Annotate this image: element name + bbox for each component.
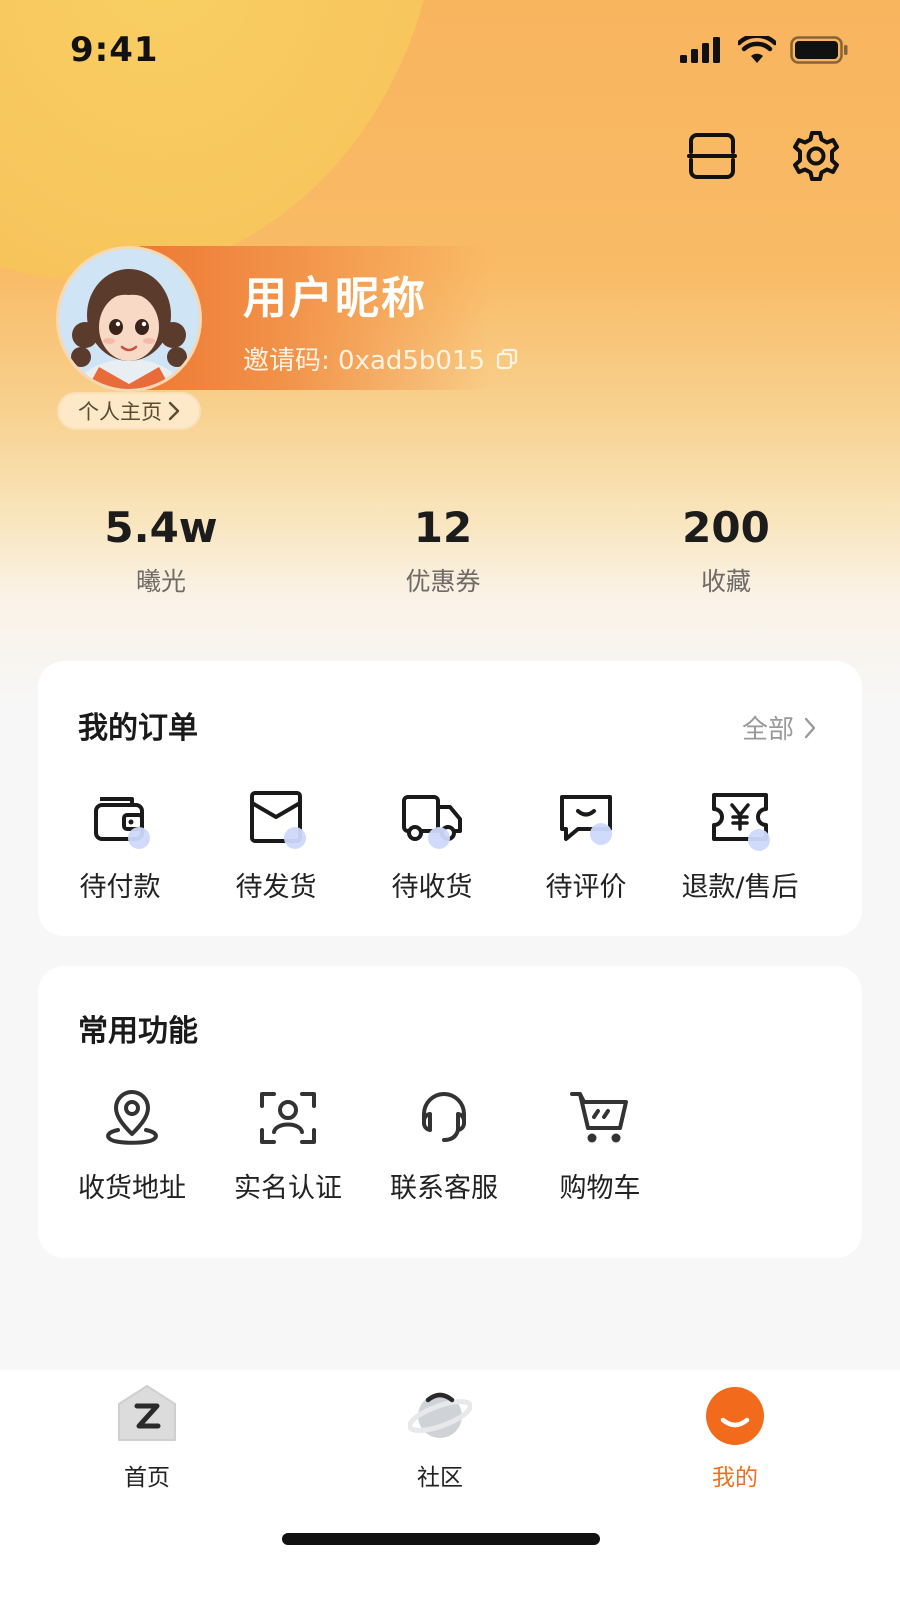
stat-favorites[interactable]: 200 收藏 [626,500,826,598]
icon-accent-dot [590,823,612,845]
orders-card: 我的订单 全部 待付款 待发货 待收货 待评价 退款/售后 [38,661,862,936]
function-customer-service[interactable]: 联系客服 [364,1086,524,1205]
order-pending-payment[interactable]: 待付款 [40,785,200,904]
top-actions [686,130,842,182]
tab-label: 首页 [124,1465,170,1491]
smile-icon [703,1382,767,1446]
function-item-label: 联系客服 [390,1173,498,1204]
invite-code-text: 邀请码: 0xad5b015 [243,346,486,376]
package-icon [244,785,308,849]
order-pending-review[interactable]: 待评价 [506,785,666,904]
order-item-label: 待收货 [391,872,473,903]
see-all-label: 全部 [741,715,794,745]
stat-glow[interactable]: 5.4w 曦光 [61,500,261,598]
icon-accent-dot [128,827,150,849]
order-pending-shipment[interactable]: 待发货 [196,785,356,904]
order-refund-aftersale[interactable]: 退款/售后 [660,785,820,904]
stat-label: 收藏 [700,567,751,596]
order-item-label: 待付款 [79,872,161,903]
function-item-label: 收货地址 [78,1173,186,1204]
face-scan-icon [256,1086,320,1150]
order-item-label: 待评价 [545,872,627,903]
icon-accent-dot [428,827,450,849]
comment-icon [554,785,618,849]
function-real-name-verification[interactable]: 实名认证 [208,1086,368,1205]
profile-home-label: 个人主页 [78,400,162,424]
function-shopping-cart[interactable]: 购物车 [520,1086,680,1205]
status-bar: 9:41 [0,0,900,100]
function-item-label: 购物车 [559,1173,641,1204]
stat-label: 优惠券 [405,567,481,596]
avatar-illustration [59,249,199,389]
truck-icon [400,785,464,849]
profile-home-link[interactable]: 个人主页 [57,392,201,430]
home-indicator [282,1533,600,1545]
wallet-icon [88,785,152,849]
orders-title: 我的订单 [78,711,198,746]
gear-icon [793,131,839,181]
icon-accent-dot [284,827,306,849]
chevron-right-icon [168,401,180,421]
shopping-cart-icon [568,1086,632,1150]
chevron-right-icon [804,717,816,738]
order-item-label: 待发货 [235,872,317,903]
wifi-icon [738,36,776,63]
functions-title: 常用功能 [78,1014,198,1049]
home-icon [115,1382,179,1446]
tab-label: 社区 [417,1465,463,1491]
headset-icon [412,1086,476,1150]
battery-icon [790,36,848,64]
refund-ticket-icon [708,785,772,851]
stat-coupons[interactable]: 12 优惠券 [343,500,543,598]
order-item-label: 退款/售后 [681,872,799,903]
tab-profile[interactable]: 我的 [645,1382,825,1492]
scan-button[interactable] [686,130,738,182]
cellular-signal-icon [680,37,720,63]
copy-icon[interactable] [495,347,519,371]
scan-icon [687,133,737,179]
tab-home[interactable]: 首页 [57,1382,237,1492]
tab-community[interactable]: 社区 [350,1382,530,1492]
invite-code: 邀请码: 0xad5b015 [243,340,519,377]
status-time: 9:41 [70,30,159,70]
functions-card: 常用功能 收货地址 实名认证 联系客服 购物车 [38,966,862,1258]
status-icons [680,36,848,64]
function-item-label: 实名认证 [234,1173,342,1204]
location-pin-icon [100,1086,164,1150]
stat-value: 200 [682,503,770,552]
avatar[interactable] [56,246,202,392]
tab-label: 我的 [712,1465,758,1491]
order-pending-receipt[interactable]: 待收货 [352,785,512,904]
settings-button[interactable] [790,130,842,182]
icon-accent-dot [748,829,770,851]
user-nickname: 用户昵称 [243,273,427,324]
stat-label: 曦光 [135,567,186,596]
planet-icon [407,1382,473,1446]
stats-row: 5.4w 曦光 12 优惠券 200 收藏 [0,500,900,610]
function-shipping-address[interactable]: 收货地址 [52,1086,212,1205]
orders-see-all-link[interactable]: 全部 [742,709,816,746]
bottom-tab-bar: 首页 社区 我的 [0,1370,900,1600]
stat-value: 12 [413,503,473,552]
stat-value: 5.4w [104,503,218,552]
